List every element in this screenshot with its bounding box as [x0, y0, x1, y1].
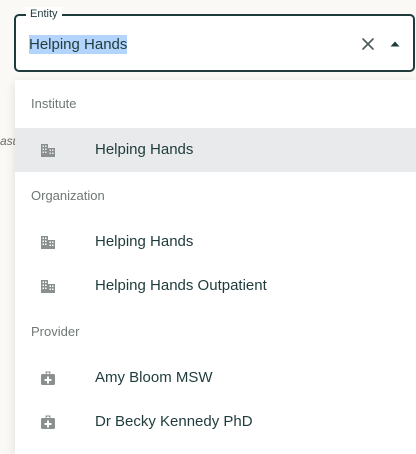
group-header-institute: Institute — [31, 96, 77, 111]
medical-bag-icon — [41, 415, 55, 429]
option-label: Dr Becky Kennedy PhD — [95, 413, 253, 430]
option-label: Helping Hands — [95, 141, 194, 158]
building-icon — [41, 236, 55, 249]
group-header-organization: Organization — [31, 188, 105, 203]
building-icon — [41, 280, 55, 293]
building-icon — [41, 144, 55, 157]
clear-button[interactable] — [359, 35, 377, 53]
option-label: Helping Hands Outpatient — [95, 277, 267, 294]
option-label: Helping Hands — [95, 233, 194, 250]
close-icon — [362, 38, 374, 50]
group-header-provider: Provider — [31, 324, 80, 339]
option-organization-helping-hands-outpatient[interactable]: Helping Hands Outpatient — [15, 264, 416, 308]
entity-options-listbox[interactable]: Institute Helping Hands Organization Hel… — [15, 80, 416, 454]
dropdown-toggle-button[interactable] — [386, 35, 404, 53]
entity-input-value: Helping Hands — [29, 35, 128, 54]
option-institute-helping-hands[interactable]: Helping Hands — [15, 128, 416, 172]
entity-autocomplete-field[interactable]: Entity Helping Hands — [14, 7, 415, 72]
option-provider-amy-bloom[interactable]: Amy Bloom MSW — [15, 356, 416, 400]
option-provider-becky-kennedy[interactable]: Dr Becky Kennedy PhD — [15, 400, 416, 444]
option-organization-helping-hands[interactable]: Helping Hands — [15, 220, 416, 264]
medical-bag-icon — [41, 371, 55, 385]
entity-input[interactable]: Helping Hands — [29, 34, 128, 56]
page: asu 20 Entity Helping Hands Institute He… — [0, 0, 416, 454]
entity-field-label: Entity — [26, 7, 62, 21]
caret-up-icon — [390, 41, 400, 47]
option-label: Amy Bloom MSW — [95, 369, 213, 386]
